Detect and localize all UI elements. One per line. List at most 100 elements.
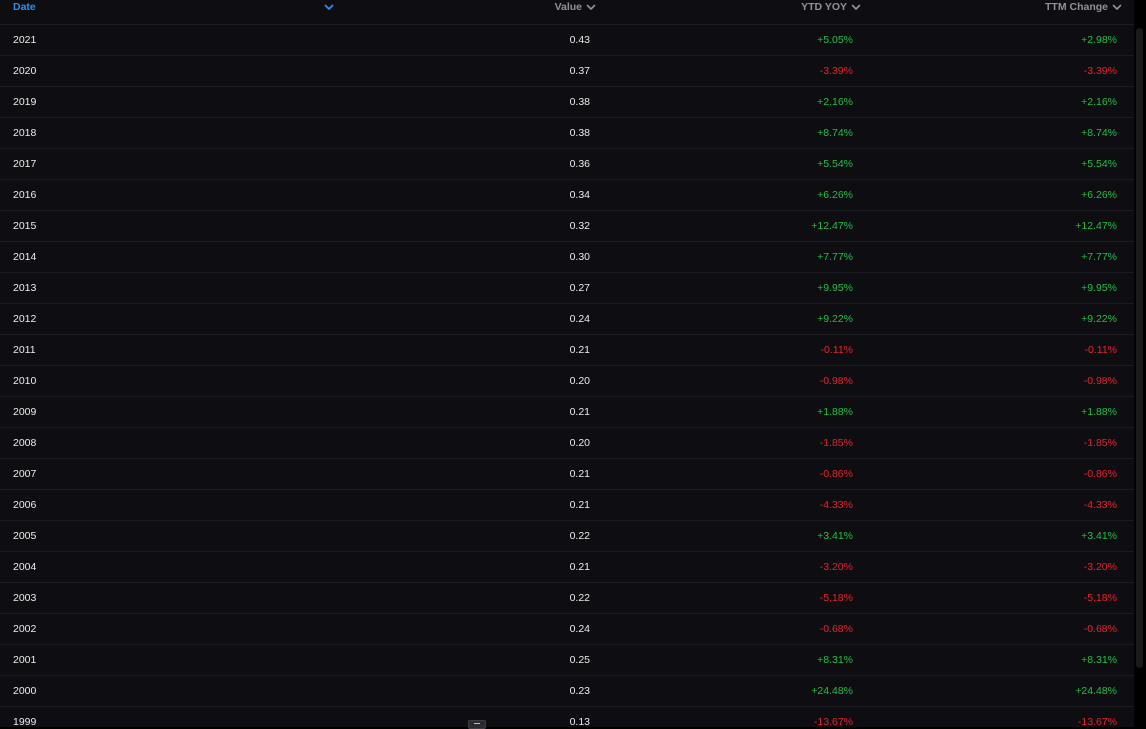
date-cell: 2001 [0, 644, 340, 676]
date-cell: 2021 [0, 24, 340, 56]
date-cell: 2016 [0, 179, 340, 211]
ttm-change-cell: +8.31% [865, 644, 1134, 676]
ttm-change-cell: +9.22% [865, 303, 1134, 335]
table-row[interactable]: 2000 0.23 +24.48% +24.48% [0, 675, 1134, 707]
ttm-change-cell: -4.33% [865, 489, 1134, 521]
chevron-down-icon[interactable] [1112, 2, 1122, 12]
sort-descending-icon[interactable] [324, 2, 334, 12]
ytd-yoy-cell: +2.16% [600, 86, 865, 118]
ytd-yoy-cell: +5.05% [600, 24, 865, 56]
table-header: Date Value YTD YOY TTM Change [0, 0, 1134, 25]
date-cell: 2007 [0, 458, 340, 490]
table-row[interactable]: 2002 0.24 -0.68% -0.68% [0, 613, 1134, 645]
header-row: Date Value YTD YOY TTM Change [0, 0, 1134, 25]
ytd-yoy-cell: -5.18% [600, 582, 865, 614]
date-cell: 2015 [0, 210, 340, 242]
ttm-change-cell: -13.67% [865, 706, 1134, 727]
chevron-down-icon[interactable] [851, 2, 861, 12]
table-row[interactable]: 2020 0.37 -3.39% -3.39% [0, 55, 1134, 87]
ytd-yoy-cell: -3.20% [600, 551, 865, 583]
value-cell: 0.37 [340, 55, 600, 87]
ytd-yoy-cell: -0.86% [600, 458, 865, 490]
value-cell: 0.27 [340, 272, 600, 304]
table-row[interactable]: 2006 0.21 -4.33% -4.33% [0, 489, 1134, 521]
ytd-yoy-cell: +8.31% [600, 644, 865, 676]
value-cell: 0.34 [340, 179, 600, 211]
value-cell: 0.38 [340, 117, 600, 149]
table-row[interactable]: 2015 0.32 +12.47% +12.47% [0, 210, 1134, 242]
table-row[interactable]: 2010 0.20 -0.98% -0.98% [0, 365, 1134, 397]
ttm-change-cell: +6.26% [865, 179, 1134, 211]
date-cell: 2005 [0, 520, 340, 552]
column-header-value[interactable]: Value [340, 0, 600, 25]
table-row[interactable]: 2001 0.25 +8.31% +8.31% [0, 644, 1134, 676]
ytd-yoy-cell: +6.26% [600, 179, 865, 211]
value-cell: 0.22 [340, 582, 600, 614]
table-row[interactable]: 2009 0.21 +1.88% +1.88% [0, 396, 1134, 428]
value-cell: 0.32 [340, 210, 600, 242]
table-row[interactable]: 2008 0.20 -1.85% -1.85% [0, 427, 1134, 459]
resize-handle[interactable] [468, 720, 486, 729]
ytd-yoy-cell: +3.41% [600, 520, 865, 552]
ytd-yoy-cell: +24.48% [600, 675, 865, 707]
table-row[interactable]: 2003 0.22 -5.18% -5.18% [0, 582, 1134, 614]
value-cell: 0.25 [340, 644, 600, 676]
table-row[interactable]: 2007 0.21 -0.86% -0.86% [0, 458, 1134, 490]
date-cell: 2009 [0, 396, 340, 428]
value-cell: 0.24 [340, 613, 600, 645]
table-row[interactable]: 1999 0.13 -13.67% -13.67% [0, 706, 1134, 727]
table-row[interactable]: 2013 0.27 +9.95% +9.95% [0, 272, 1134, 304]
date-cell: 2014 [0, 241, 340, 273]
date-cell: 2019 [0, 86, 340, 118]
scrollbar-thumb[interactable] [1136, 28, 1143, 668]
ytd-yoy-cell: -0.98% [600, 365, 865, 397]
chevron-down-icon[interactable] [586, 2, 596, 12]
data-table-panel: Date Value YTD YOY TTM Change 2021 0.43 … [0, 0, 1134, 727]
column-header-date[interactable]: Date [0, 0, 340, 25]
date-cell: 2004 [0, 551, 340, 583]
date-cell: 2006 [0, 489, 340, 521]
column-header-ytd-yoy-label: YTD YOY [801, 1, 847, 13]
value-cell: 0.36 [340, 148, 600, 180]
table-row[interactable]: 2012 0.24 +9.22% +9.22% [0, 303, 1134, 335]
ytd-yoy-cell: -0.68% [600, 613, 865, 645]
date-cell: 2000 [0, 675, 340, 707]
value-cell: 0.30 [340, 241, 600, 273]
date-cell: 2011 [0, 334, 340, 366]
ttm-change-cell: -0.11% [865, 334, 1134, 366]
table-row[interactable]: 2014 0.30 +7.77% +7.77% [0, 241, 1134, 273]
ytd-yoy-cell: -3.39% [600, 55, 865, 87]
table-row[interactable]: 2017 0.36 +5.54% +5.54% [0, 148, 1134, 180]
ytd-yoy-cell: -13.67% [600, 706, 865, 727]
column-header-ttm-change[interactable]: TTM Change [865, 0, 1134, 25]
ttm-change-cell: +2.16% [865, 86, 1134, 118]
table-row[interactable]: 2005 0.22 +3.41% +3.41% [0, 520, 1134, 552]
date-cell: 2010 [0, 365, 340, 397]
ytd-yoy-cell: +12.47% [600, 210, 865, 242]
ytd-yoy-cell: -0.11% [600, 334, 865, 366]
value-cell: 0.21 [340, 458, 600, 490]
date-cell: 2008 [0, 427, 340, 459]
table-row[interactable]: 2011 0.21 -0.11% -0.11% [0, 334, 1134, 366]
ttm-change-cell: +9.95% [865, 272, 1134, 304]
ttm-change-cell: +3.41% [865, 520, 1134, 552]
table-row[interactable]: 2021 0.43 +5.05% +2.98% [0, 24, 1134, 56]
column-header-ytd-yoy[interactable]: YTD YOY [600, 0, 865, 25]
data-table: Date Value YTD YOY TTM Change 2021 0.43 … [0, 0, 1134, 727]
table-row[interactable]: 2018 0.38 +8.74% +8.74% [0, 117, 1134, 149]
date-cell: 2020 [0, 55, 340, 87]
ytd-yoy-cell: +5.54% [600, 148, 865, 180]
date-cell: 2002 [0, 613, 340, 645]
table-body: 2021 0.43 +5.05% +2.98% 2020 0.37 -3.39% -3.39%… [0, 24, 1134, 727]
table-row[interactable]: 2019 0.38 +2.16% +2.16% [0, 86, 1134, 118]
ytd-yoy-cell: +1.88% [600, 396, 865, 428]
column-header-date-label: Date [13, 1, 36, 13]
table-row[interactable]: 2004 0.21 -3.20% -3.20% [0, 551, 1134, 583]
ttm-change-cell: +24.48% [865, 675, 1134, 707]
value-cell: 0.21 [340, 489, 600, 521]
date-cell: 2018 [0, 117, 340, 149]
value-cell: 0.21 [340, 334, 600, 366]
table-row[interactable]: 2016 0.34 +6.26% +6.26% [0, 179, 1134, 211]
ttm-change-cell: -5.18% [865, 582, 1134, 614]
value-cell: 0.20 [340, 427, 600, 459]
